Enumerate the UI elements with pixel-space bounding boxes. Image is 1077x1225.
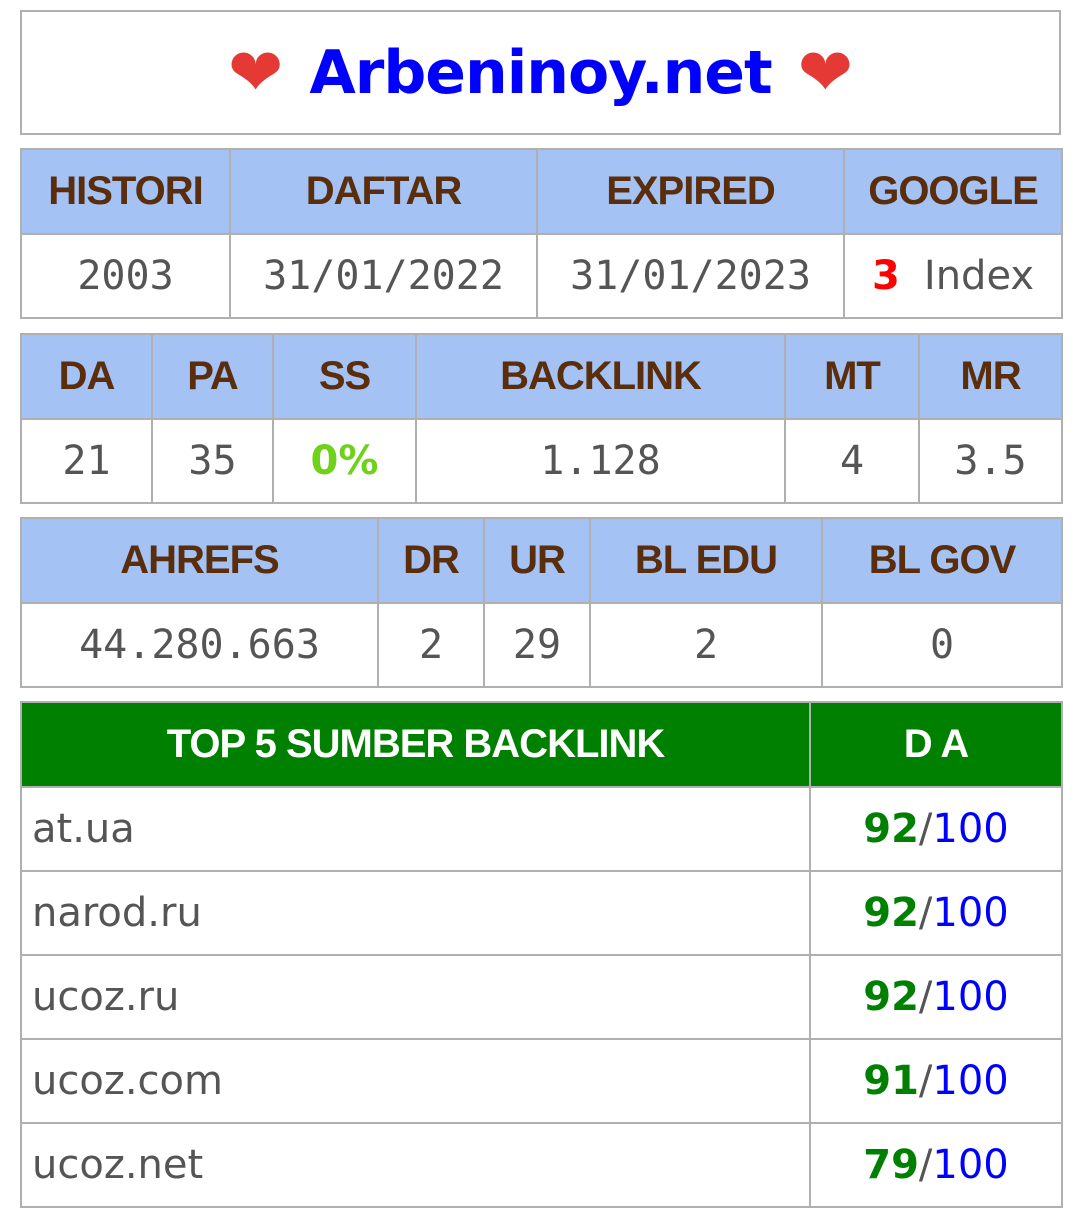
table-header-row: TOP 5 SUMBER BACKLINK D A xyxy=(20,701,1063,788)
header-top-sources: TOP 5 SUMBER BACKLINK xyxy=(20,701,811,788)
value-bl-gov: 0 xyxy=(821,602,1063,688)
site-title[interactable]: Arbeninoy.net xyxy=(309,38,772,108)
table-row: narod.ru 92/100 xyxy=(20,870,1063,956)
table-row: 2003 31/01/2022 31/01/2023 3 Index xyxy=(20,233,1063,319)
value-bl-edu: 2 xyxy=(589,602,823,688)
backlink-da: 91/100 xyxy=(809,1038,1063,1124)
backlink-da: 79/100 xyxy=(809,1122,1063,1208)
da-separator: / xyxy=(918,806,933,852)
header-daftar: DAFTAR xyxy=(229,148,538,235)
header-bl-gov: BL GOV xyxy=(821,517,1063,604)
da-max: 100 xyxy=(932,1142,1009,1188)
table-header-row: AHREFS DR UR BL EDU BL GOV xyxy=(20,517,1063,604)
header-expired: EXPIRED xyxy=(536,148,845,235)
header-google: GOOGLE xyxy=(843,148,1063,235)
value-ahrefs: 44.280.663 xyxy=(20,602,379,688)
header-mt: MT xyxy=(784,333,920,420)
domain-history-table: HISTORI DAFTAR EXPIRED GOOGLE 2003 31/01… xyxy=(20,148,1063,319)
backlink-source: at.ua xyxy=(20,786,811,872)
value-mt: 4 xyxy=(784,418,920,504)
da-max: 100 xyxy=(932,974,1009,1020)
value-da: 21 xyxy=(20,418,153,504)
da-max: 100 xyxy=(932,1058,1009,1104)
spam-score: 0% xyxy=(310,438,379,484)
header-dr: DR xyxy=(377,517,485,604)
header-ss: SS xyxy=(272,333,417,420)
table-row: ucoz.com 91/100 xyxy=(20,1038,1063,1124)
value-dr: 2 xyxy=(377,602,485,688)
header-ahrefs: AHREFS xyxy=(20,517,379,604)
value-daftar: 31/01/2022 xyxy=(229,233,538,319)
value-google: 3 Index xyxy=(843,233,1063,319)
google-index-label: Index xyxy=(923,253,1035,299)
da-separator: / xyxy=(918,1142,933,1188)
backlink-source: narod.ru xyxy=(20,870,811,956)
value-mr: 3.5 xyxy=(918,418,1063,504)
da-value: 92 xyxy=(863,974,919,1020)
backlink-da: 92/100 xyxy=(809,870,1063,956)
table-row: 44.280.663 2 29 2 0 xyxy=(20,602,1063,688)
backlink-source: ucoz.ru xyxy=(20,954,811,1040)
table-row: at.ua 92/100 xyxy=(20,786,1063,872)
moz-metrics-table: DA PA SS BACKLINK MT MR 21 35 0% 1.128 4… xyxy=(20,333,1063,504)
da-max: 100 xyxy=(932,806,1009,852)
header-backlink: BACKLINK xyxy=(415,333,786,420)
value-histori: 2003 xyxy=(20,233,231,319)
backlink-source: ucoz.com xyxy=(20,1038,811,1124)
value-ss: 0% xyxy=(272,418,417,504)
table-header-row: HISTORI DAFTAR EXPIRED GOOGLE xyxy=(20,148,1063,235)
value-ur: 29 xyxy=(483,602,591,688)
top-backlinks-table: TOP 5 SUMBER BACKLINK D A at.ua 92/100 n… xyxy=(20,701,1063,1208)
da-max: 100 xyxy=(932,890,1009,936)
header-da: DA xyxy=(20,333,153,420)
header-pa: PA xyxy=(151,333,274,420)
da-value: 79 xyxy=(863,1142,919,1188)
da-separator: / xyxy=(918,974,933,1020)
da-value: 92 xyxy=(863,890,919,936)
da-value: 92 xyxy=(863,806,919,852)
value-backlink: 1.128 xyxy=(415,418,786,504)
da-separator: / xyxy=(918,1058,933,1104)
header-bl-edu: BL EDU xyxy=(589,517,823,604)
table-row: ucoz.net 79/100 xyxy=(20,1122,1063,1208)
header-da: D A xyxy=(809,701,1063,788)
value-pa: 35 xyxy=(151,418,274,504)
google-index-count: 3 xyxy=(871,253,900,299)
table-row: 21 35 0% 1.128 4 3.5 xyxy=(20,418,1063,504)
da-value: 91 xyxy=(863,1058,919,1104)
header-ur: UR xyxy=(483,517,591,604)
backlink-da: 92/100 xyxy=(809,954,1063,1040)
da-separator: / xyxy=(918,890,933,936)
ahrefs-metrics-table: AHREFS DR UR BL EDU BL GOV 44.280.663 2 … xyxy=(20,517,1063,688)
heart-icon: ❤ xyxy=(228,33,284,111)
header-mr: MR xyxy=(918,333,1063,420)
backlink-source: ucoz.net xyxy=(20,1122,811,1208)
header-histori: HISTORI xyxy=(20,148,231,235)
value-expired: 31/01/2023 xyxy=(536,233,845,319)
heart-icon: ❤ xyxy=(797,33,853,111)
site-title-box: ❤ Arbeninoy.net ❤ xyxy=(20,10,1061,135)
table-header-row: DA PA SS BACKLINK MT MR xyxy=(20,333,1063,420)
table-row: ucoz.ru 92/100 xyxy=(20,954,1063,1040)
backlink-da: 92/100 xyxy=(809,786,1063,872)
